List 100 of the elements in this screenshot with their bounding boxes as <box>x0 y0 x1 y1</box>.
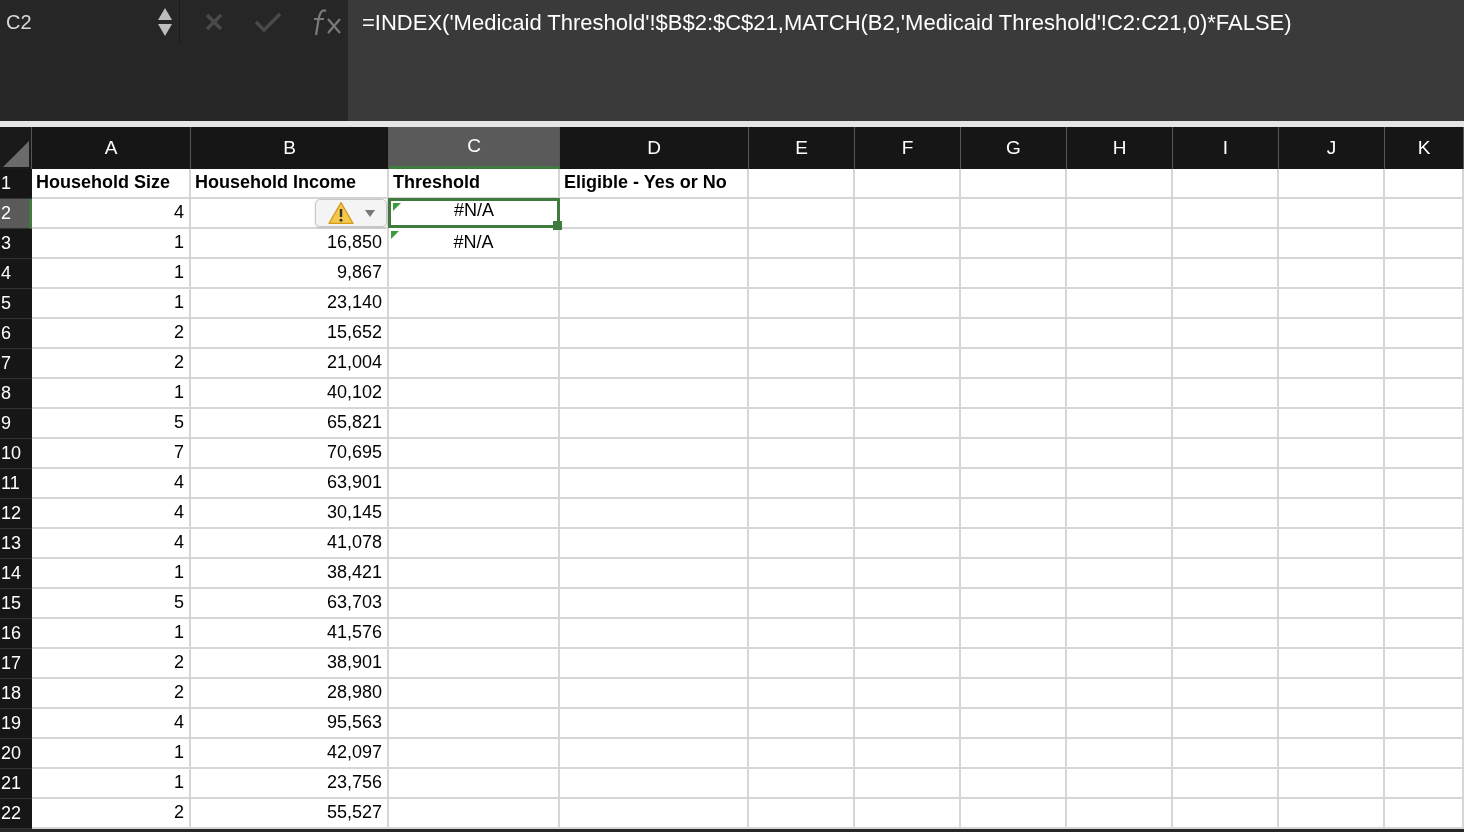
table-cell[interactable] <box>1279 769 1385 799</box>
table-cell[interactable]: 1 <box>32 259 191 289</box>
table-cell[interactable] <box>1067 559 1173 589</box>
table-cell[interactable] <box>1173 709 1279 739</box>
table-cell[interactable] <box>560 229 749 259</box>
row-header[interactable]: 13 <box>0 529 32 559</box>
table-cell[interactable] <box>961 529 1067 559</box>
table-cell[interactable] <box>560 319 749 349</box>
table-cell[interactable] <box>389 379 560 409</box>
table-cell[interactable] <box>855 619 961 649</box>
table-cell[interactable] <box>1067 469 1173 499</box>
column-header[interactable]: D <box>560 127 749 169</box>
table-cell[interactable] <box>1173 319 1279 349</box>
table-cell[interactable] <box>560 649 749 679</box>
table-cell[interactable]: 1 <box>32 289 191 319</box>
row-header[interactable]: 10 <box>0 439 32 469</box>
table-cell[interactable] <box>961 619 1067 649</box>
table-cell[interactable] <box>855 319 961 349</box>
table-cell[interactable] <box>749 199 855 229</box>
row-header[interactable]: 22 <box>0 799 32 829</box>
table-cell[interactable] <box>961 649 1067 679</box>
table-cell[interactable] <box>1385 769 1464 799</box>
row-header[interactable]: 7 <box>0 349 32 379</box>
table-cell[interactable] <box>389 499 560 529</box>
table-cell[interactable]: #N/A <box>389 229 560 259</box>
table-cell[interactable] <box>961 169 1067 199</box>
table-cell[interactable] <box>389 589 560 619</box>
table-cell[interactable]: Household Size <box>32 169 191 199</box>
column-header[interactable]: K <box>1385 127 1464 169</box>
table-cell[interactable]: 4 <box>32 529 191 559</box>
table-cell[interactable] <box>961 499 1067 529</box>
table-cell[interactable] <box>855 229 961 259</box>
table-cell[interactable] <box>560 679 749 709</box>
table-cell[interactable]: 28,980 <box>191 679 389 709</box>
table-cell[interactable] <box>1067 529 1173 559</box>
table-cell[interactable]: 1 <box>32 379 191 409</box>
table-cell[interactable]: 65,821 <box>191 409 389 439</box>
table-cell[interactable]: 7 <box>32 439 191 469</box>
table-cell[interactable] <box>560 799 749 829</box>
table-cell[interactable] <box>749 499 855 529</box>
table-cell[interactable] <box>389 709 560 739</box>
table-cell[interactable] <box>1279 739 1385 769</box>
table-cell[interactable] <box>855 409 961 439</box>
table-cell[interactable] <box>855 709 961 739</box>
table-cell[interactable] <box>961 679 1067 709</box>
table-cell[interactable]: Eligible - Yes or No <box>560 169 749 199</box>
table-cell[interactable] <box>749 379 855 409</box>
table-cell[interactable]: 38,421 <box>191 559 389 589</box>
table-cell[interactable] <box>1279 649 1385 679</box>
column-header[interactable]: A <box>32 127 191 169</box>
row-header[interactable]: 5 <box>0 289 32 319</box>
table-cell[interactable] <box>560 409 749 439</box>
table-cell[interactable]: 2 <box>32 349 191 379</box>
row-header[interactable]: 1 <box>0 169 32 199</box>
table-cell[interactable] <box>1385 709 1464 739</box>
row-header[interactable]: 11 <box>0 469 32 499</box>
row-header[interactable]: 9 <box>0 409 32 439</box>
table-cell[interactable] <box>1173 289 1279 319</box>
table-cell[interactable] <box>855 499 961 529</box>
table-cell[interactable] <box>1067 619 1173 649</box>
table-cell[interactable] <box>1279 679 1385 709</box>
table-cell[interactable] <box>1385 799 1464 829</box>
column-header[interactable]: B <box>191 127 389 169</box>
table-cell[interactable] <box>1173 379 1279 409</box>
table-cell[interactable] <box>389 529 560 559</box>
row-header[interactable]: 17 <box>0 649 32 679</box>
table-cell[interactable]: #N/A <box>388 198 560 228</box>
table-cell[interactable] <box>961 439 1067 469</box>
table-cell[interactable] <box>389 409 560 439</box>
table-cell[interactable] <box>1279 799 1385 829</box>
error-warning-button[interactable] <box>315 199 387 227</box>
table-cell[interactable] <box>560 439 749 469</box>
table-cell[interactable] <box>749 289 855 319</box>
table-cell[interactable] <box>961 589 1067 619</box>
table-cell[interactable]: 4 <box>32 499 191 529</box>
table-cell[interactable] <box>961 409 1067 439</box>
table-cell[interactable] <box>389 739 560 769</box>
table-cell[interactable] <box>560 349 749 379</box>
table-cell[interactable] <box>749 649 855 679</box>
table-cell[interactable] <box>1067 439 1173 469</box>
table-cell[interactable] <box>1385 649 1464 679</box>
row-header[interactable]: 12 <box>0 499 32 529</box>
table-cell[interactable] <box>1279 199 1385 229</box>
table-cell[interactable] <box>1279 259 1385 289</box>
table-cell[interactable]: 5 <box>32 409 191 439</box>
table-cell[interactable] <box>1067 679 1173 709</box>
table-cell[interactable]: 5 <box>32 589 191 619</box>
table-cell[interactable] <box>1279 499 1385 529</box>
column-header[interactable]: H <box>1067 127 1173 169</box>
table-cell[interactable] <box>961 199 1067 229</box>
row-header[interactable]: 14 <box>0 559 32 589</box>
table-cell[interactable] <box>749 169 855 199</box>
table-cell[interactable] <box>855 589 961 619</box>
table-cell[interactable] <box>1067 769 1173 799</box>
table-cell[interactable]: 1 <box>32 559 191 589</box>
table-cell[interactable] <box>560 289 749 319</box>
table-cell[interactable]: 63,901 <box>191 469 389 499</box>
table-cell[interactable] <box>1385 439 1464 469</box>
table-cell[interactable]: 2 <box>32 799 191 829</box>
table-cell[interactable] <box>1385 589 1464 619</box>
